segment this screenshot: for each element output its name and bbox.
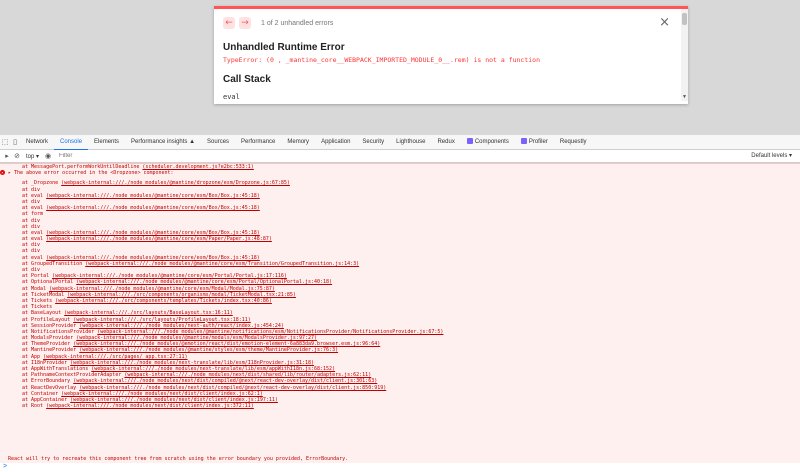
tab-components[interactable]: Components — [461, 135, 515, 149]
source-link[interactable]: (webpack-internal:///./node_modules/next… — [46, 403, 254, 409]
source-link[interactable]: (webpack-internal:///./node_modules/@man… — [46, 236, 272, 242]
eye-icon[interactable]: ◉ — [43, 152, 53, 160]
tab-memory[interactable]: Memory — [281, 135, 315, 149]
source-link[interactable]: (webpack-internal:///./node_modules/@man… — [46, 205, 260, 211]
console-filter-input[interactable] — [57, 152, 362, 160]
source-link[interactable]: (webpack-internal:///./src/components/or… — [67, 292, 296, 298]
next-error-button[interactable]: → — [239, 17, 251, 29]
console-output: at MessagePort.performWorkUntilDeadline … — [0, 163, 800, 464]
call-stack-heading: Call Stack — [223, 74, 271, 85]
stack-frames: at _Dropzone (webpack-internal:///./node… — [0, 180, 800, 409]
source-link[interactable]: (webpack-internal:///./src/pages/_app.ts… — [43, 354, 188, 360]
source-link[interactable]: (webpack-internal:///./node_modules/@man… — [46, 230, 260, 236]
tab-network[interactable]: Network — [20, 135, 54, 149]
source-link[interactable]: (webpack-internal:///./node_modules/@man… — [97, 329, 443, 335]
tab-requestly[interactable]: Requestly — [554, 135, 593, 149]
source-link[interactable]: (webpack-internal:///./src/layouts/Profi… — [73, 317, 251, 323]
react-extension-icon — [466, 138, 473, 145]
tab-security[interactable]: Security — [356, 135, 390, 149]
source-link[interactable]: (webpack-internal:///./node_modules/@man… — [76, 279, 332, 285]
source-link[interactable]: (webpack-internal:///./node_modules/next… — [91, 366, 335, 372]
error-icon: × — [0, 170, 5, 176]
scrollbar-thumb[interactable] — [682, 13, 687, 25]
source-link[interactable]: (webpack-internal:///./node_modules/next… — [79, 323, 284, 329]
error-overlay-backdrop: ← → 1 of 2 unhandled errors × Unhandled … — [0, 0, 800, 135]
source-link[interactable]: (webpack-internal:///./node_modules/next… — [79, 385, 386, 391]
console-toolbar: ▸ ⊘ top ▾ ◉ Default levels ▾ — [0, 150, 800, 163]
error-title: Unhandled Runtime Error — [223, 42, 345, 53]
stack-frame-line: at Root (webpack-internal:///./node_modu… — [22, 403, 254, 410]
tab-lighthouse[interactable]: Lighthouse — [390, 135, 431, 149]
source-link[interactable]: (webpack-internal:///./src/layouts/BaseL… — [64, 310, 233, 316]
devtools-tabbar: ⬚ ▯ Network Console Elements Performance in… — [0, 135, 800, 150]
error-count-text: 1 of 2 unhandled errors — [261, 19, 334, 27]
device-toolbar-icon[interactable]: ▯ — [10, 138, 20, 146]
source-link[interactable]: (webpack-internal:///./node_modules/@man… — [61, 180, 290, 186]
error-header-line[interactable]: × ▸ The above error occurred in the <Drop… — [0, 170, 800, 176]
source-link[interactable]: (webpack-internal:///./node_modules/@man… — [49, 286, 275, 292]
devtools-panel: ⬚ ▯ Network Console Elements Performance in… — [0, 135, 800, 472]
tab-profiler[interactable]: Profiler — [515, 135, 554, 149]
tab-elements[interactable]: Elements — [88, 135, 125, 149]
source-link[interactable]: (webpack-internal:///./node_modules/next… — [70, 397, 278, 403]
tab-performance[interactable]: Performance — [235, 135, 281, 149]
source-link[interactable]: (webpack-internal:///./node_modules/next… — [73, 378, 377, 384]
react-extension-icon — [520, 138, 527, 145]
source-link[interactable]: (webpack-internal:///./node_modules/@man… — [46, 255, 260, 261]
source-link[interactable]: (scheduler.development.js?e2bc:533:1) — [142, 164, 253, 170]
react-recovery-message: React will try to recreate this componen… — [8, 456, 349, 462]
source-link[interactable]: (webpack-internal:///./node_modules/next… — [124, 372, 371, 378]
source-link[interactable]: (webpack-internal:///./node_modules/next… — [70, 360, 314, 366]
clear-console-icon[interactable]: ⊘ — [12, 152, 22, 160]
close-icon[interactable]: × — [659, 15, 670, 30]
source-link[interactable]: (webpack-internal:///./src/components/te… — [55, 298, 272, 304]
log-levels-dropdown[interactable]: Default levels ▾ — [751, 152, 792, 159]
source-link[interactable]: (webpack-internal:///./node_modules/@man… — [76, 335, 317, 341]
error-overlay-dialog: ← → 1 of 2 unhandled errors × Unhandled … — [214, 6, 688, 104]
error-navigation: ← → 1 of 2 unhandled errors — [223, 17, 333, 29]
tab-redux[interactable]: Redux — [431, 135, 460, 149]
tab-performance-insights[interactable]: Performance insights ▲ — [125, 135, 201, 149]
source-link[interactable]: (webpack-internal:///./node_modules/@man… — [85, 261, 359, 267]
tab-sources[interactable]: Sources — [201, 135, 235, 149]
scroll-down-arrow-icon[interactable]: ▼ — [682, 94, 687, 100]
tab-application[interactable]: Application — [315, 135, 356, 149]
source-link[interactable]: (webpack-internal:///./node_modules/@man… — [79, 347, 338, 353]
error-message: TypeError: (0 , _mantine_core__WEBPACK_I… — [223, 56, 540, 64]
call-stack-frame[interactable]: eval — [223, 93, 240, 101]
source-link[interactable]: (webpack-internal:///./node_modules/@man… — [46, 193, 260, 199]
tab-console[interactable]: Console — [54, 135, 89, 150]
modal-scrollbar[interactable]: ▼ — [681, 9, 688, 101]
console-prompt[interactable]: > — [0, 463, 800, 472]
source-link[interactable]: (webpack-internal:///./node_modules/@man… — [52, 273, 287, 279]
sidebar-toggle-icon[interactable]: ▸ — [2, 152, 12, 160]
source-link[interactable]: (webpack-internal:///./node_modules/next… — [61, 391, 263, 397]
previous-error-button[interactable]: ← — [223, 17, 235, 29]
source-link[interactable]: (webpack-internal:///./node_modules/@emo… — [73, 341, 380, 347]
inspect-element-icon[interactable]: ⬚ — [0, 138, 10, 146]
context-selector[interactable]: top ▾ — [22, 153, 43, 160]
